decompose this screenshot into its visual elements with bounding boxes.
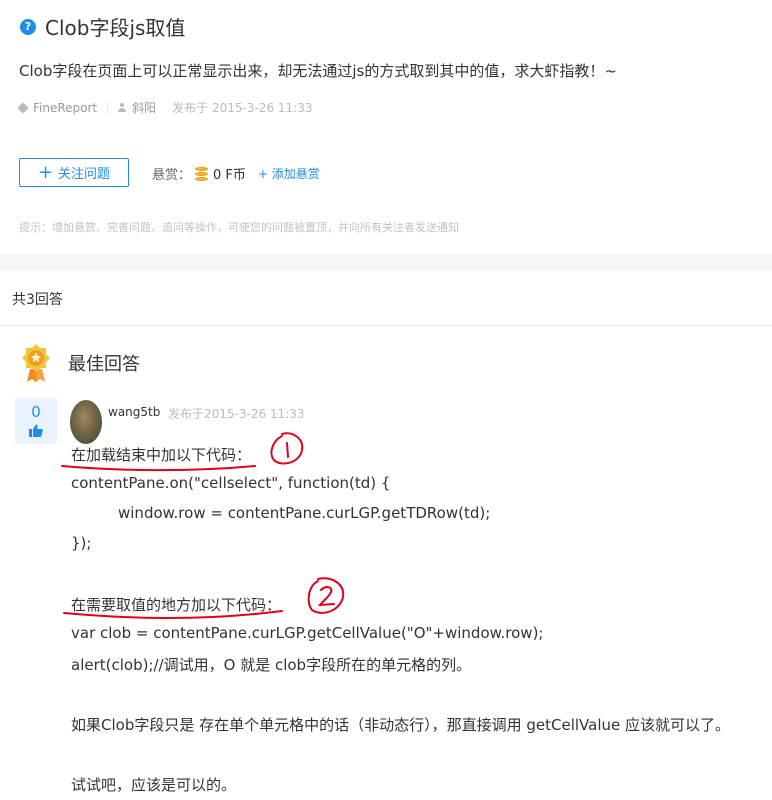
question-title: Clob字段js取值 [45, 16, 186, 40]
answer-line: 在需要取值的地方加以下代码： [71, 596, 282, 614]
question-posted-time: 发布于 2015-3-26 11:33 [172, 101, 313, 115]
answers-count: 共3回答 [12, 292, 63, 308]
answer-line: 如果Clob字段只是 存在单个单元格中的话（非动态行），那直接调用 getCel… [71, 716, 731, 734]
coin-icon [195, 166, 209, 181]
answers-card: 共3回答 最佳回答 0 wang5tb 发布于2015-3-26 11:33 在… [0, 271, 772, 800]
thumbs-up-icon [29, 424, 43, 437]
answer-author[interactable]: wang5tb [108, 405, 160, 419]
question-tag[interactable]: FineReport [33, 101, 97, 115]
answer-line: 试试吧，应该是可以的。 [71, 776, 237, 794]
reward-amount: 0 F币 [213, 168, 246, 183]
question-hint: 提示：增加悬赏、完善问题、追问等操作，可使您的问题被置顶，并向所有关注者发送通知 [19, 221, 459, 234]
follow-question-button[interactable]: + 关注问题 [19, 158, 129, 187]
avatar[interactable] [70, 400, 102, 444]
question-circle-icon: ? [20, 19, 36, 35]
plus-icon: + [37, 161, 54, 183]
tag-icon [17, 101, 29, 114]
answer-line: window.row = contentPane.curLGP.getTDRow… [118, 504, 491, 522]
reward-label: 悬赏： [152, 168, 192, 183]
answer-line: 在加载结束中加以下代码： [71, 446, 252, 464]
answer-line: contentPane.on("cellselect", function(td… [71, 474, 391, 492]
answer-posted-time: 发布于2015-3-26 11:33 [168, 407, 305, 421]
reward-info: 悬赏： 0 F币 + 添加悬赏 [152, 164, 320, 183]
best-answer-medal-icon [22, 344, 50, 382]
question-card: ? Clob字段js取值 Clob字段在页面上可以正常显示出来，却无法通过js的… [0, 0, 772, 254]
best-answer-label: 最佳回答 [68, 354, 140, 375]
divider [0, 325, 772, 326]
answer-line: var clob = contentPane.curLGP.getCellVal… [71, 624, 544, 642]
answer-line: alert(clob);//调试用，O 就是 clob字段所在的单元格的列。 [71, 656, 472, 674]
meta-divider [107, 101, 109, 114]
question-meta: FineReport 斜阳 发布于 2015-3-26 11:33 [17, 99, 313, 116]
answer-line: }); [71, 534, 92, 552]
upvote-button[interactable]: 0 [15, 398, 57, 444]
question-body: Clob字段在页面上可以正常显示出来，却无法通过js的方式取到其中的值，求大虾指… [19, 62, 617, 80]
add-reward-link[interactable]: + 添加悬赏 [258, 165, 320, 182]
follow-question-label: 关注问题 [58, 167, 111, 182]
question-author[interactable]: 斜阳 [132, 99, 156, 116]
user-icon [118, 103, 127, 112]
vote-count: 0 [31, 403, 41, 421]
